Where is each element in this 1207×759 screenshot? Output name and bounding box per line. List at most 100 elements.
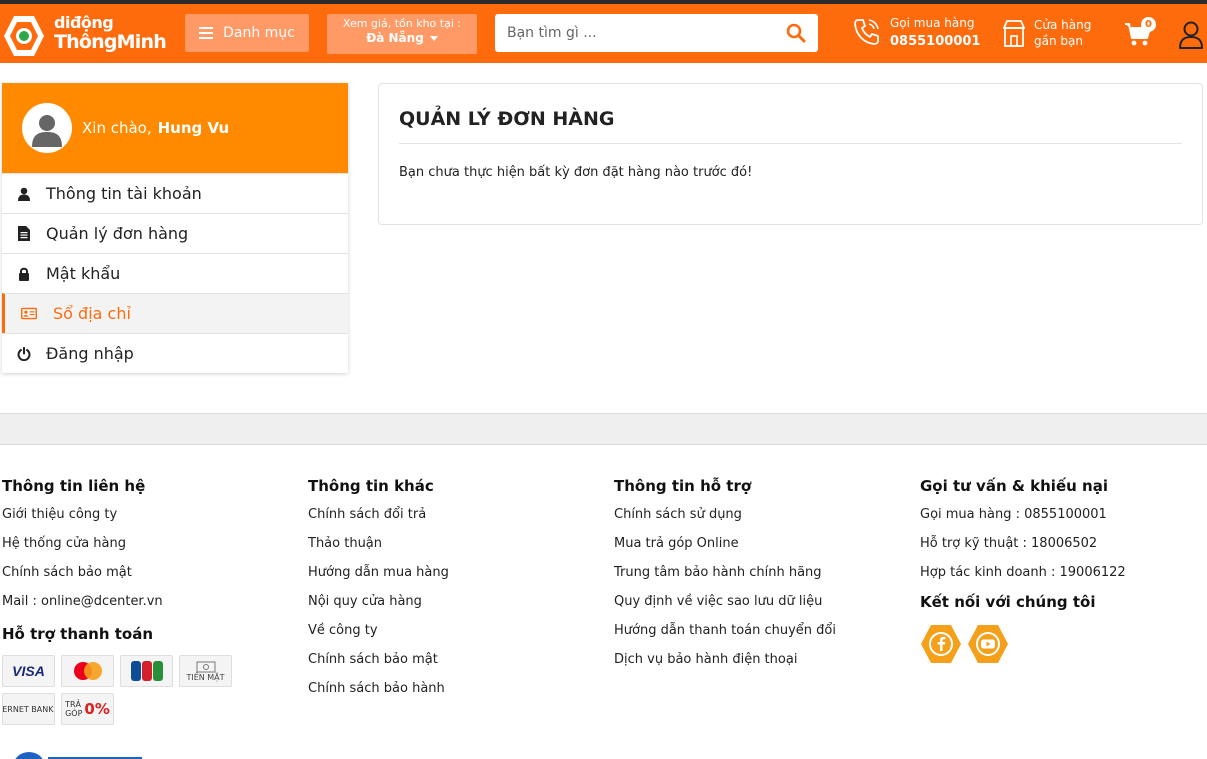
store-label-2: gần bạn [1034, 34, 1083, 48]
search-box [495, 14, 818, 52]
footer-link[interactable]: Chính sách bảo mật [308, 650, 449, 679]
footer-link[interactable]: Thảo thuận [308, 534, 449, 563]
user-name: Hung Vu [157, 119, 230, 137]
facebook-icon[interactable] [920, 624, 962, 664]
logo-hex-icon [4, 16, 44, 56]
footer-link[interactable]: Quy định về việc sao lưu dữ liệu [614, 592, 836, 621]
footer-link[interactable]: Dịch vụ bảo hành điện thoại [614, 650, 836, 679]
site-header: diđộng ThôngMinh Danh mục Xem giá, tồn k… [0, 4, 1207, 63]
location-value-wrap: Đà Nẵng [327, 31, 477, 45]
hotline-number: 0855100001 [890, 34, 981, 49]
youtube-icon[interactable] [967, 624, 1009, 664]
cart-count-badge: 0 [1141, 17, 1156, 32]
greeting-text: Xin chào, [82, 119, 152, 137]
location-label: Xem giá, tồn kho tại : [342, 17, 462, 30]
hotline-label: Gọi mua hàng [890, 16, 975, 30]
sidebar-item-login[interactable]: Đăng nhập [2, 333, 348, 373]
logo-text-bottom: ThôngMinh [54, 31, 167, 53]
hotline[interactable]: Gọi mua hàng 0855100001 [852, 14, 981, 54]
footer-link[interactable]: Chính sách sử dụng [614, 505, 836, 534]
account-icon[interactable] [1178, 20, 1204, 50]
footer-link[interactable]: Mua trả góp Online [614, 534, 836, 563]
sidebar-item-orders[interactable]: Quản lý đơn hàng [2, 213, 348, 253]
payment-methods: VISA TIỀN MẶT INTERNET BANKING TRẢ GÓP 0… [2, 655, 242, 727]
footer-heading: Gọi tư vấn & khiếu nại [920, 477, 1108, 495]
mastercard-card [61, 655, 114, 687]
footer-link[interactable]: Giới thiệu công ty [2, 505, 163, 534]
footer-link[interactable]: Chính sách bảo hành [308, 679, 449, 708]
footer-link[interactable]: Chính sách bảo mật [2, 563, 163, 592]
category-menu-label: Danh mục [223, 25, 295, 41]
footer-contact-line: Hợp tác kinh doanh : 19006122 [920, 565, 1126, 580]
footer-link[interactable]: Nội quy cửa hàng [308, 592, 449, 621]
user-icon [16, 187, 32, 201]
jcb-card [120, 655, 173, 687]
sidebar-item-label: Quản lý đơn hàng [46, 224, 189, 243]
footer-divider-band [0, 413, 1207, 445]
installment-line-1: TRẢ [65, 700, 82, 709]
certification-badge[interactable] [8, 750, 142, 759]
footer-heading: Thông tin khác [308, 477, 434, 495]
sidebar-item-label: Mật khẩu [46, 264, 121, 283]
jcb-icon [130, 661, 163, 681]
sidebar-item-account-info[interactable]: Thông tin tài khoản [2, 173, 348, 213]
footer-link[interactable]: Chính sách đổi trả [308, 505, 449, 534]
lock-icon [16, 267, 32, 281]
title-divider [399, 143, 1182, 144]
internet-banking-label: INTERNET BANKING [2, 704, 54, 714]
avatar [22, 103, 72, 153]
footer-heading: Thông tin liên hệ [2, 477, 146, 495]
account-sidebar: Xin chào, Hung Vu Thông tin tài khoản Quả… [2, 83, 348, 373]
footer-heading: Kết nối với chúng tôi [920, 593, 1096, 611]
caret-down-icon [429, 36, 438, 41]
logo-text-top: diđộng [54, 13, 114, 32]
internet-banking-card: INTERNET BANKING [2, 693, 55, 725]
installment-rate: 0% [84, 700, 110, 718]
footer-link[interactable]: Hướng dẫn thanh toán chuyển đổi [614, 621, 836, 650]
nearby-store-link[interactable]: Cửa hàng gần bạn [1003, 16, 1103, 56]
cash-icon [196, 661, 215, 672]
installment-line-2: GÓP [65, 709, 83, 718]
footer-link[interactable]: Trung tâm bảo hành chính hãng [614, 563, 836, 592]
address-card-icon [21, 307, 37, 320]
search-icon[interactable] [786, 23, 806, 43]
footer-link[interactable]: Về công ty [308, 621, 449, 650]
avatar-icon [32, 115, 62, 147]
sidebar-item-label: Thông tin tài khoản [46, 184, 202, 203]
footer-link[interactable]: Hệ thống cửa hàng [2, 534, 163, 563]
installment-card: TRẢ GÓP 0% [61, 693, 114, 725]
location-selector[interactable]: Xem giá, tồn kho tại : Đà Nẵng [327, 14, 477, 54]
document-icon [16, 226, 32, 241]
power-icon [16, 346, 32, 361]
location-value: Đà Nẵng [366, 31, 424, 45]
footer-support-column: Thông tin hỗ trợ Chính sách sử dụng Mua … [614, 476, 836, 679]
sidebar-item-label: Đăng nhập [46, 344, 134, 363]
footer-link[interactable]: Hướng dẫn mua hàng [308, 563, 449, 592]
page-title: QUẢN LÝ ĐƠN HÀNG [399, 108, 615, 130]
store-label-1: Cửa hàng [1034, 18, 1092, 32]
greeting: Xin chào, Hung Vu [82, 119, 229, 137]
social-links [920, 624, 1020, 666]
sidebar-item-label: Sổ địa chỉ [53, 304, 131, 323]
phone-icon [854, 19, 879, 45]
footer-consult-column: Gọi tư vấn & khiếu nại Gọi mua hàng : 08… [920, 476, 1126, 621]
certification-seal-icon [12, 752, 46, 759]
search-input[interactable] [495, 14, 775, 52]
order-management-panel: QUẢN LÝ ĐƠN HÀNG Bạn chưa thực hiện bất … [378, 83, 1203, 225]
sidebar-item-password[interactable]: Mật khẩu [2, 253, 348, 293]
category-menu-button[interactable]: Danh mục [185, 14, 309, 52]
footer-heading: Hỗ trợ thanh toán [2, 625, 154, 643]
sidebar-header: Xin chào, Hung Vu [2, 83, 348, 173]
cash-label: TIỀN MẶT [186, 672, 225, 682]
site-logo[interactable]: diđộng ThôngMinh [0, 12, 170, 58]
empty-orders-message: Bạn chưa thực hiện bất kỳ đơn đặt hàng n… [399, 165, 753, 180]
hamburger-icon [199, 24, 214, 42]
footer-other-column: Thông tin khác Chính sách đổi trả Thảo t… [308, 476, 449, 708]
cart-button[interactable]: 0 [1124, 17, 1160, 54]
footer-link[interactable]: Mail : online@dcenter.vn [2, 592, 163, 621]
mastercard-icon [73, 662, 102, 680]
sidebar-item-address-book[interactable]: Sổ địa chỉ [2, 293, 348, 333]
footer-contact-column: Thông tin liên hệ Giới thiệu công ty Hệ … [2, 476, 163, 653]
installment-text-wrap: TRẢ GÓP [65, 700, 82, 718]
footer-heading: Thông tin hỗ trợ [614, 477, 752, 495]
